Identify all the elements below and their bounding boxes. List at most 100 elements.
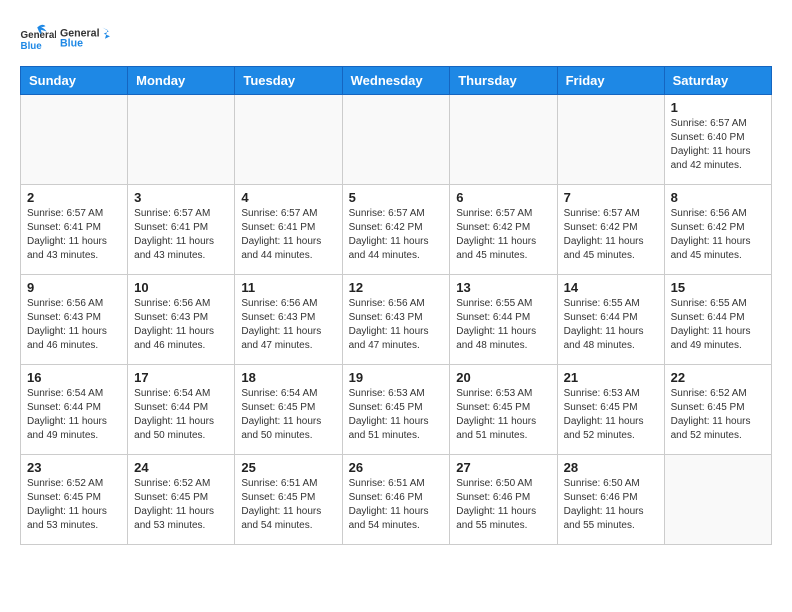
day-info: Sunrise: 6:51 AM Sunset: 6:45 PM Dayligh… [241,477,335,533]
day-number: 24 [134,460,228,475]
calendar-cell: 7 Sunrise: 6:57 AM Sunset: 6:42 PM Daylig… [557,185,664,275]
day-info: Sunrise: 6:56 AM Sunset: 6:42 PM Dayligh… [671,207,765,263]
day-info: Sunrise: 6:54 AM Sunset: 6:44 PM Dayligh… [27,387,121,443]
day-number: 22 [671,370,765,385]
calendar-cell: 23 Sunrise: 6:52 AM Sunset: 6:45 PM Dayli… [21,455,128,545]
day-info: Sunrise: 6:57 AM Sunset: 6:42 PM Dayligh… [456,207,550,263]
day-number: 5 [349,190,444,205]
day-number: 21 [564,370,658,385]
calendar-cell [235,95,342,185]
day-number: 3 [134,190,228,205]
day-info: Sunrise: 6:54 AM Sunset: 6:45 PM Dayligh… [241,387,335,443]
day-info: Sunrise: 6:53 AM Sunset: 6:45 PM Dayligh… [349,387,444,443]
day-info: Sunrise: 6:56 AM Sunset: 6:43 PM Dayligh… [27,297,121,353]
calendar-cell: 17 Sunrise: 6:54 AM Sunset: 6:44 PM Dayli… [128,365,235,455]
svg-text:General: General [21,30,57,41]
day-number: 20 [456,370,550,385]
day-info: Sunrise: 6:57 AM Sunset: 6:41 PM Dayligh… [241,207,335,263]
day-info: Sunrise: 6:55 AM Sunset: 6:44 PM Dayligh… [564,297,658,353]
day-info: Sunrise: 6:54 AM Sunset: 6:44 PM Dayligh… [134,387,228,443]
day-number: 4 [241,190,335,205]
day-number: 13 [456,280,550,295]
calendar-cell: 28 Sunrise: 6:50 AM Sunset: 6:46 PM Dayli… [557,455,664,545]
day-number: 14 [564,280,658,295]
day-info: Sunrise: 6:55 AM Sunset: 6:44 PM Dayligh… [671,297,765,353]
day-number: 26 [349,460,444,475]
calendar-cell: 3 Sunrise: 6:57 AM Sunset: 6:41 PM Daylig… [128,185,235,275]
calendar-cell [664,455,771,545]
logo-icon: General Blue [20,24,56,52]
calendar-cell: 24 Sunrise: 6:52 AM Sunset: 6:45 PM Dayli… [128,455,235,545]
calendar-cell: 12 Sunrise: 6:56 AM Sunset: 6:43 PM Dayli… [342,275,450,365]
svg-text:Blue: Blue [60,37,83,49]
calendar-table: SundayMondayTuesdayWednesdayThursdayFrid… [20,66,772,545]
calendar-cell: 15Sunrise: 6:55 AM Sunset: 6:44 PM Dayli… [664,275,771,365]
day-number: 25 [241,460,335,475]
day-info: Sunrise: 6:57 AM Sunset: 6:40 PM Dayligh… [671,117,765,173]
calendar-cell: 1 Sunrise: 6:57 AM Sunset: 6:40 PM Daylig… [664,95,771,185]
calendar-cell: 26 Sunrise: 6:51 AM Sunset: 6:46 PM Dayli… [342,455,450,545]
day-number: 9 [27,280,121,295]
generalblue-logo-graphic: General Blue [60,24,110,56]
day-info: Sunrise: 6:56 AM Sunset: 6:43 PM Dayligh… [134,297,228,353]
day-number: 19 [349,370,444,385]
calendar-header-monday: Monday [128,67,235,95]
day-info: Sunrise: 6:52 AM Sunset: 6:45 PM Dayligh… [134,477,228,533]
page-header: General Blue General Blue [20,20,772,56]
day-number: 23 [27,460,121,475]
day-number: 10 [134,280,228,295]
calendar-cell: 6 Sunrise: 6:57 AM Sunset: 6:42 PM Daylig… [450,185,557,275]
calendar-cell: 11 Sunrise: 6:56 AM Sunset: 6:43 PM Dayli… [235,275,342,365]
calendar-cell [450,95,557,185]
logo: General Blue General Blue [20,20,110,56]
day-info: Sunrise: 6:53 AM Sunset: 6:45 PM Dayligh… [456,387,550,443]
calendar-cell: 14 Sunrise: 6:55 AM Sunset: 6:44 PM Dayli… [557,275,664,365]
calendar-header-friday: Friday [557,67,664,95]
calendar-header-row: SundayMondayTuesdayWednesdayThursdayFrid… [21,67,772,95]
week-row-4: 16 Sunrise: 6:54 AM Sunset: 6:44 PM Dayli… [21,365,772,455]
day-info: Sunrise: 6:51 AM Sunset: 6:46 PM Dayligh… [349,477,444,533]
calendar-cell [21,95,128,185]
day-info: Sunrise: 6:50 AM Sunset: 6:46 PM Dayligh… [456,477,550,533]
week-row-2: 2 Sunrise: 6:57 AM Sunset: 6:41 PM Daylig… [21,185,772,275]
calendar-cell: 16 Sunrise: 6:54 AM Sunset: 6:44 PM Dayli… [21,365,128,455]
day-number: 27 [456,460,550,475]
day-number: 18 [241,370,335,385]
day-number: 12 [349,280,444,295]
calendar-header-saturday: Saturday [664,67,771,95]
calendar-cell: 20 Sunrise: 6:53 AM Sunset: 6:45 PM Dayli… [450,365,557,455]
calendar-cell: 8 Sunrise: 6:56 AM Sunset: 6:42 PM Daylig… [664,185,771,275]
calendar-header-sunday: Sunday [21,67,128,95]
day-number: 28 [564,460,658,475]
day-number: 8 [671,190,765,205]
calendar-cell: 13Sunrise: 6:55 AM Sunset: 6:44 PM Dayli… [450,275,557,365]
day-number: 11 [241,280,335,295]
calendar-header-tuesday: Tuesday [235,67,342,95]
day-number: 2 [27,190,121,205]
day-number: 1 [671,100,765,115]
day-info: Sunrise: 6:56 AM Sunset: 6:43 PM Dayligh… [241,297,335,353]
calendar-cell: 10 Sunrise: 6:56 AM Sunset: 6:43 PM Dayli… [128,275,235,365]
calendar-cell: 22Sunrise: 6:52 AM Sunset: 6:45 PM Dayli… [664,365,771,455]
day-number: 6 [456,190,550,205]
day-info: Sunrise: 6:52 AM Sunset: 6:45 PM Dayligh… [27,477,121,533]
day-info: Sunrise: 6:57 AM Sunset: 6:41 PM Dayligh… [134,207,228,263]
week-row-5: 23 Sunrise: 6:52 AM Sunset: 6:45 PM Dayli… [21,455,772,545]
day-info: Sunrise: 6:57 AM Sunset: 6:42 PM Dayligh… [349,207,444,263]
day-number: 7 [564,190,658,205]
day-info: Sunrise: 6:57 AM Sunset: 6:41 PM Dayligh… [27,207,121,263]
day-number: 17 [134,370,228,385]
calendar-cell: 25 Sunrise: 6:51 AM Sunset: 6:45 PM Dayli… [235,455,342,545]
calendar-cell: 18 Sunrise: 6:54 AM Sunset: 6:45 PM Dayli… [235,365,342,455]
calendar-cell [342,95,450,185]
week-row-1: 1 Sunrise: 6:57 AM Sunset: 6:40 PM Daylig… [21,95,772,185]
day-info: Sunrise: 6:53 AM Sunset: 6:45 PM Dayligh… [564,387,658,443]
calendar-cell: 9 Sunrise: 6:56 AM Sunset: 6:43 PM Daylig… [21,275,128,365]
day-info: Sunrise: 6:56 AM Sunset: 6:43 PM Dayligh… [349,297,444,353]
calendar-cell: 19 Sunrise: 6:53 AM Sunset: 6:45 PM Dayli… [342,365,450,455]
day-number: 16 [27,370,121,385]
calendar-cell: 27 Sunrise: 6:50 AM Sunset: 6:46 PM Dayli… [450,455,557,545]
calendar-cell: 21 Sunrise: 6:53 AM Sunset: 6:45 PM Dayli… [557,365,664,455]
day-info: Sunrise: 6:50 AM Sunset: 6:46 PM Dayligh… [564,477,658,533]
day-info: Sunrise: 6:57 AM Sunset: 6:42 PM Dayligh… [564,207,658,263]
